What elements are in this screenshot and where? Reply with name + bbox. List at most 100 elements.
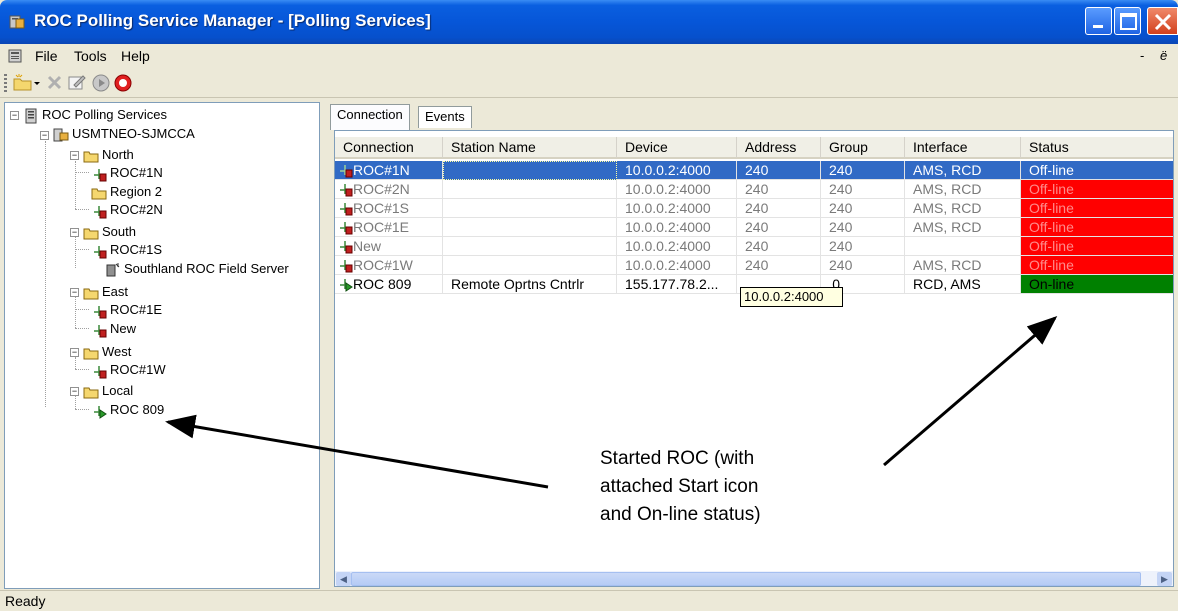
- tree-node-roc2n[interactable]: ROC#2N: [91, 201, 163, 219]
- maximize-icon: [1120, 13, 1137, 30]
- tree-label: ROC#1N: [110, 165, 163, 180]
- scrollbar-thumb[interactable]: [351, 572, 1141, 586]
- cell-group: 240: [821, 218, 905, 237]
- server-rack-icon: [25, 108, 37, 124]
- device-tooltip: 10.0.0.2:4000: [740, 287, 843, 307]
- tree-node-root[interactable]: ROC Polling Services: [23, 106, 167, 124]
- cell-status: Off-line: [1021, 180, 1173, 199]
- table-row[interactable]: ROC#1S 10.0.0.2:4000 240 240 AMS, RCD Of…: [335, 199, 1173, 218]
- cell-station: [443, 237, 617, 256]
- tree-connector: [75, 328, 89, 329]
- tree-expander[interactable]: −: [70, 348, 79, 357]
- tree-node-new[interactable]: New: [91, 320, 136, 338]
- tree-expander[interactable]: −: [10, 111, 19, 120]
- scroll-left-icon[interactable]: ◀: [336, 572, 351, 586]
- stop-icon[interactable]: [112, 72, 134, 94]
- cell-station: [443, 199, 617, 218]
- tree-node-roc1s[interactable]: ROC#1S: [91, 241, 162, 259]
- tree-node-roc1e[interactable]: ROC#1E: [91, 301, 162, 319]
- tree-expander[interactable]: −: [70, 387, 79, 396]
- column-header-address[interactable]: Address: [737, 137, 821, 159]
- tree-node-north[interactable]: North: [83, 146, 134, 164]
- annotation-line: Started ROC (with: [600, 448, 755, 469]
- roc-started-icon: [94, 405, 107, 419]
- start-icon[interactable]: [90, 72, 112, 94]
- document-icon[interactable]: [8, 49, 22, 63]
- tree-label: ROC#2N: [110, 202, 163, 217]
- table-row[interactable]: ROC#1W 10.0.0.2:4000 240 240 AMS, RCD Of…: [335, 256, 1173, 275]
- cell-address: 240: [737, 180, 821, 199]
- close-button[interactable]: [1147, 7, 1178, 35]
- tree-node-server[interactable]: USMTNEO-SJMCCA: [53, 125, 195, 143]
- tree-label: South: [102, 224, 136, 239]
- roc-device-icon: [94, 168, 107, 182]
- roc-device-icon: [340, 165, 353, 178]
- tree-expander[interactable]: −: [70, 228, 79, 237]
- menu-file[interactable]: File: [35, 48, 58, 64]
- tree-node-west[interactable]: West: [83, 343, 131, 361]
- tree-expander[interactable]: −: [70, 151, 79, 160]
- cell-status: Off-line: [1021, 256, 1173, 275]
- table-row[interactable]: New 10.0.0.2:4000 240 240 Off-line: [335, 237, 1173, 256]
- column-header-status[interactable]: Status: [1021, 137, 1173, 159]
- tree-connector: [75, 369, 89, 370]
- edit-icon[interactable]: [66, 72, 88, 94]
- tree-node-east[interactable]: East: [83, 283, 128, 301]
- cell-group: 240: [821, 180, 905, 199]
- folder-icon: [83, 387, 99, 399]
- tree-label: New: [110, 321, 137, 336]
- minimize-button[interactable]: [1085, 7, 1112, 35]
- tree-view[interactable]: − ROC Polling Services − USMTNEO-SJMCCA …: [4, 102, 320, 589]
- tree-node-roc1n[interactable]: ROC#1N: [91, 164, 163, 182]
- minimize-icon: [1093, 25, 1103, 28]
- cell-device: 10.0.0.2:4000: [617, 218, 737, 237]
- tree-node-field-server[interactable]: Southland ROC Field Server: [105, 260, 289, 278]
- folder-icon: [91, 188, 107, 200]
- tree-expander[interactable]: −: [70, 288, 79, 297]
- table-row[interactable]: ROC#1E 10.0.0.2:4000 240 240 AMS, RCD Of…: [335, 218, 1173, 237]
- roc-device-icon: [340, 222, 353, 235]
- tree-connector: [75, 172, 89, 173]
- window-title: ROC Polling Service Manager - [Polling S…: [34, 11, 431, 30]
- tab-events[interactable]: Events: [418, 106, 472, 128]
- column-header-station-name[interactable]: Station Name: [443, 137, 617, 159]
- column-header-interface[interactable]: Interface: [905, 137, 1021, 159]
- cell-interface: RCD, AMS: [905, 275, 1021, 294]
- column-header-connection[interactable]: Connection: [335, 137, 443, 159]
- tree-node-roc809[interactable]: ROC 809: [91, 401, 164, 419]
- menu-help[interactable]: Help: [121, 48, 150, 64]
- horizontal-scrollbar[interactable]: ◀ ▶: [335, 571, 1173, 586]
- cell-device: 10.0.0.2:4000: [617, 256, 737, 275]
- cell-interface: AMS, RCD: [905, 256, 1021, 275]
- new-folder-icon[interactable]: [12, 72, 34, 94]
- delete-icon[interactable]: [44, 72, 66, 94]
- tree-connector: [75, 309, 89, 310]
- roc-device-icon: [94, 324, 107, 338]
- cell-address: 240: [737, 161, 821, 180]
- scroll-right-icon[interactable]: ▶: [1157, 572, 1172, 586]
- mdi-restore-button[interactable]: ё: [1160, 48, 1167, 63]
- cell-status: Off-line: [1021, 218, 1173, 237]
- tree-expander[interactable]: −: [40, 131, 49, 140]
- tab-connection[interactable]: Connection: [330, 104, 410, 130]
- table-row[interactable]: ROC#1N 10.0.0.2:4000 240 240 AMS, RCD Of…: [335, 161, 1173, 180]
- mdi-minimize-button[interactable]: -: [1140, 48, 1144, 63]
- tree-node-region2[interactable]: Region 2: [91, 183, 162, 201]
- dropdown-arrow-icon[interactable]: [32, 72, 42, 94]
- cell-connection: New: [335, 237, 443, 256]
- maximize-button[interactable]: [1114, 7, 1141, 35]
- tree-node-local[interactable]: Local: [83, 382, 133, 400]
- column-header-device[interactable]: Device: [617, 137, 737, 159]
- tree-node-south[interactable]: South: [83, 223, 136, 241]
- toolbar-grip[interactable]: [4, 74, 7, 92]
- roc-device-icon: [94, 205, 107, 219]
- menu-tools[interactable]: Tools: [74, 48, 107, 64]
- cell-text: New: [353, 238, 382, 254]
- tree-node-roc1w[interactable]: ROC#1W: [91, 361, 166, 379]
- table-row[interactable]: ROC#2N 10.0.0.2:4000 240 240 AMS, RCD Of…: [335, 180, 1173, 199]
- menu-bar: File Tools Help - ё: [0, 44, 1178, 68]
- column-header-group[interactable]: Group: [821, 137, 905, 159]
- cell-station: [443, 161, 617, 180]
- title-bar: ROC Polling Service Manager - [Polling S…: [0, 0, 1178, 44]
- tree-connector: [75, 409, 89, 410]
